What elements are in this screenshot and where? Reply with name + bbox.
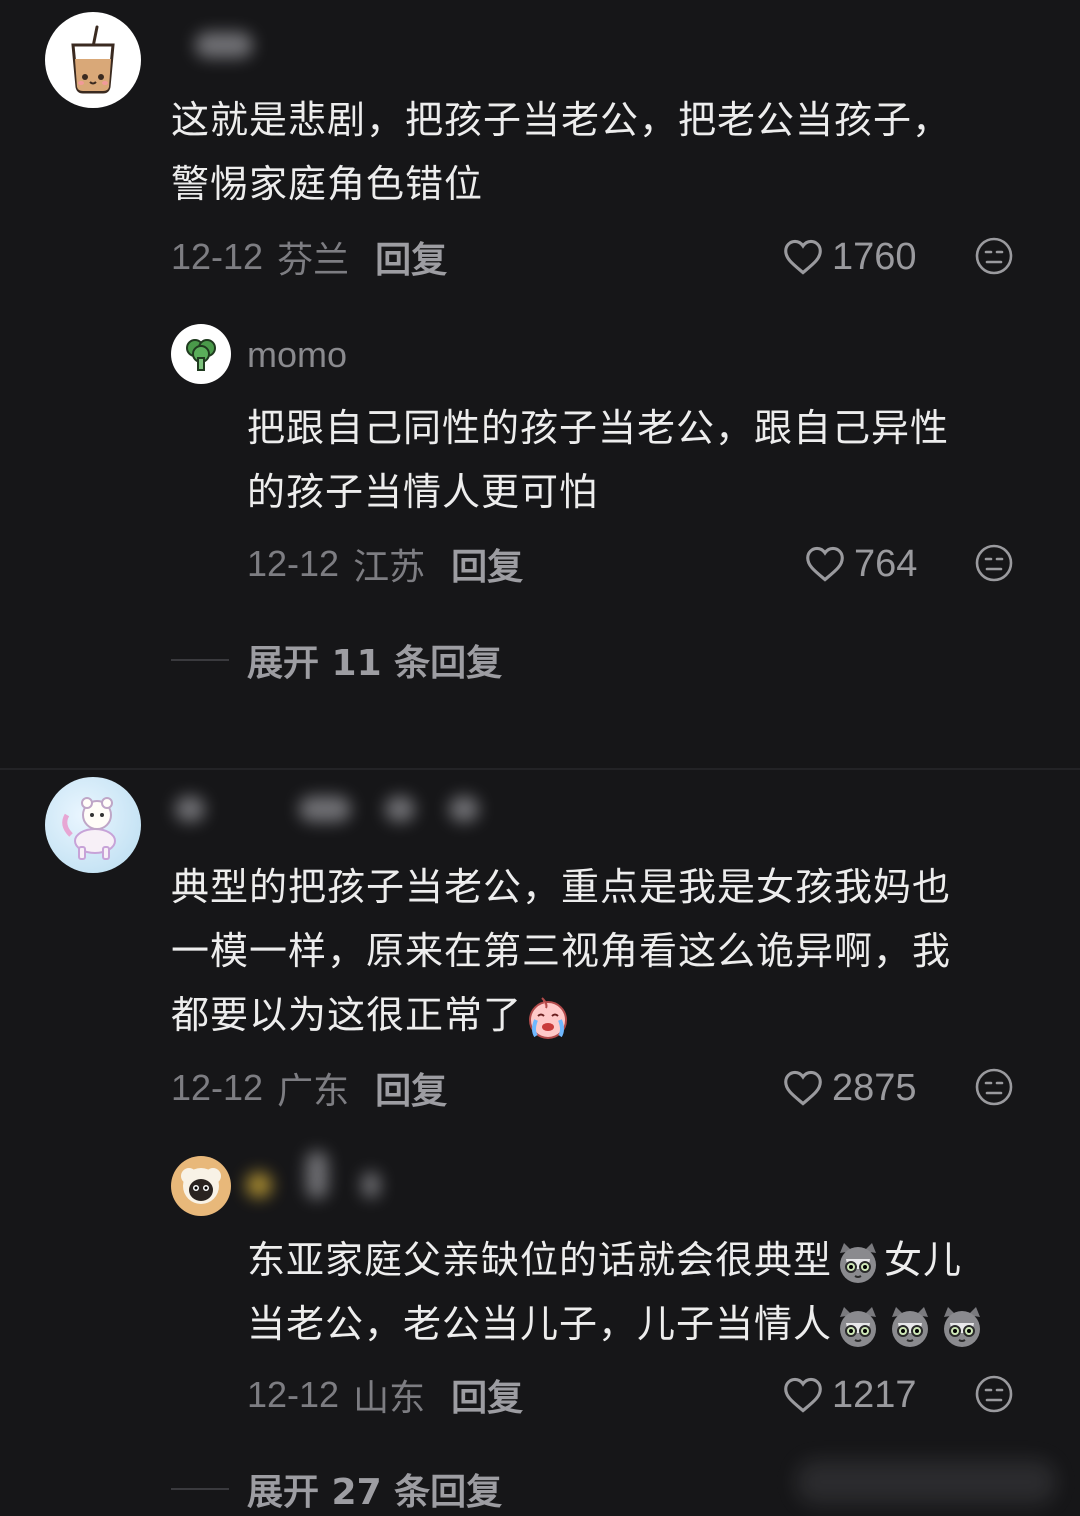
- blurred-username[interactable]: [195, 28, 253, 62]
- comment-text: 典型的把孩子当老公，重点是我是女孩我妈也 一模一样，原来在第三视角看这么诡异啊，…: [171, 855, 1061, 1047]
- comment-location: 广东: [277, 1071, 350, 1112]
- comment-text-line: 都要以为这很正常了: [171, 993, 523, 1037]
- blurred-username[interactable]: [175, 792, 479, 826]
- like-count: 2875: [832, 1066, 917, 1109]
- reply-text-line: 的孩子当情人更可怕: [247, 470, 599, 514]
- like-count: 1760: [832, 235, 917, 278]
- heart-outline-icon: [806, 546, 844, 582]
- blurred-watermark: [796, 1460, 1056, 1504]
- avatar-sheep[interactable]: [171, 1156, 231, 1216]
- reply-text: 把跟自己同性的孩子当老公，跟自己异性 的孩子当情人更可怕: [247, 396, 1047, 524]
- like-button[interactable]: 1760: [782, 232, 917, 282]
- reply-button[interactable]: 回复: [451, 1369, 523, 1421]
- reply-username[interactable]: momo: [247, 334, 347, 376]
- reply-text-line: 东亚家庭父亲缺位的话就会很典型 女儿: [247, 1228, 1067, 1292]
- reply-text: 东亚家庭父亲缺位的话就会很典型 女儿 当老公，老公当儿子，儿子当情人: [247, 1228, 1067, 1356]
- like-count: 1217: [832, 1373, 917, 1416]
- neutral-face-icon[interactable]: [974, 236, 1014, 276]
- cat-emoji-icon: [840, 1306, 877, 1347]
- heart-outline-icon: [784, 239, 822, 275]
- comment-location: 芬兰: [277, 240, 350, 281]
- like-button[interactable]: 1217: [782, 1370, 917, 1420]
- comment-text-line: 典型的把孩子当老公，重点是我是女孩我妈也: [171, 865, 952, 909]
- expand-replies-label: 展开 27 条回复: [247, 1472, 503, 1513]
- avatar-bubble-tea[interactable]: [45, 12, 141, 108]
- comment-text: 这就是悲剧，把孩子当老公，把老公当孩子， 警惕家庭角色错位: [171, 88, 1051, 216]
- comment-text-line: 这就是悲剧，把孩子当老公，把老公当孩子，: [171, 98, 952, 142]
- expand-replies-button[interactable]: 展开 27 条回复: [171, 1464, 502, 1514]
- reply-meta: 12-12 山东 回复: [247, 1370, 523, 1420]
- neutral-face-icon[interactable]: [974, 543, 1014, 583]
- reply-text-line: 当老公，老公当儿子，儿子当情人: [247, 1292, 1067, 1356]
- expand-replies-label: 展开 11 条回复: [247, 643, 503, 684]
- comment-text-line-with-emoji: 都要以为这很正常了: [171, 983, 1061, 1047]
- reply-button[interactable]: 回复: [375, 1062, 447, 1114]
- reply-date: 12-12: [247, 1374, 340, 1415]
- reply-date: 12-12: [247, 543, 340, 584]
- heart-outline-icon: [784, 1070, 822, 1106]
- sheep-icon: [181, 1168, 221, 1204]
- neutral-face-icon[interactable]: [974, 1067, 1014, 1107]
- cat-emoji-icon: [840, 1242, 877, 1283]
- bubble-tea-icon: [71, 25, 115, 94]
- comment-meta: 12-12 芬兰 回复: [171, 232, 447, 282]
- reply-text-line: 把跟自己同性的孩子当老公，跟自己异性: [247, 406, 950, 450]
- comment-thread-2: 典型的把孩子当老公，重点是我是女孩我妈也 一模一样，原来在第三视角看这么诡异啊，…: [0, 768, 1080, 1516]
- reply-text-segment: 当老公，老公当儿子，儿子当情人: [247, 1302, 833, 1346]
- broccoli-icon: [186, 339, 216, 371]
- reply-location: 江苏: [353, 547, 426, 588]
- cat-emoji-icon: [892, 1306, 929, 1347]
- like-button[interactable]: 2875: [782, 1063, 917, 1113]
- blurred-username[interactable]: [246, 1151, 380, 1202]
- divider-line: [171, 1488, 229, 1490]
- comment-date: 12-12: [171, 236, 264, 277]
- avatar-unicorn[interactable]: [45, 777, 141, 873]
- expand-replies-button[interactable]: 展开 11 条回复: [171, 635, 502, 685]
- divider-line: [171, 659, 229, 661]
- reply-button[interactable]: 回复: [375, 231, 447, 283]
- comment-text-line: 一模一样，原来在第三视角看这么诡异啊，我: [171, 929, 952, 973]
- reply-location: 山东: [353, 1378, 426, 1419]
- like-count: 764: [854, 542, 918, 585]
- reply-text-segment: 女儿: [884, 1238, 963, 1282]
- neutral-face-icon[interactable]: [974, 1374, 1014, 1414]
- cat-emoji-icon: [944, 1306, 981, 1347]
- unicorn-icon: [62, 797, 116, 860]
- reply-meta: 12-12 江苏 回复: [247, 539, 523, 589]
- avatar-broccoli[interactable]: [171, 324, 231, 384]
- comment-date: 12-12: [171, 1067, 264, 1108]
- heart-outline-icon: [784, 1377, 822, 1413]
- comment-meta: 12-12 广东 回复: [171, 1063, 447, 1113]
- like-button[interactable]: 764: [804, 539, 917, 589]
- comment-thread-1: 这就是悲剧，把孩子当老公，把老公当孩子， 警惕家庭角色错位 12-12 芬兰 回…: [0, 0, 1080, 762]
- reply-button[interactable]: 回复: [451, 538, 523, 590]
- reply-text-segment: 东亚家庭父亲缺位的话就会很典型: [247, 1238, 833, 1282]
- comment-text-line: 警惕家庭角色错位: [171, 162, 484, 206]
- crying-face-emoji-icon: [529, 996, 568, 1039]
